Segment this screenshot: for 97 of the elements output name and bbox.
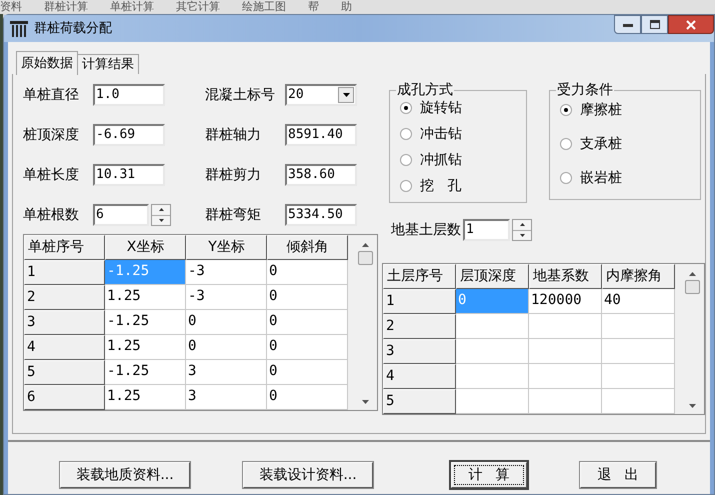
tab[interactable]: 原始数据 (16, 51, 78, 75)
column-header: 土层序号 (383, 264, 456, 289)
table-cell: 1.25 (105, 385, 186, 410)
column-header: Y坐标 (186, 235, 267, 260)
input-field[interactable]: -6.69 (93, 124, 165, 146)
table-cell: 0 (267, 285, 348, 310)
table-cell: 1.25 (105, 285, 186, 310)
field-label: 单桩直径 (23, 86, 80, 104)
table-cell: 0 (186, 335, 267, 360)
table-cell: 40 (602, 289, 675, 314)
radio-label: 旋转钻 (420, 99, 462, 117)
column-header: X坐标 (105, 235, 186, 260)
row-header: 2 (24, 285, 105, 310)
input-field[interactable]: 8591.40 (285, 124, 357, 146)
scroll-up-arrow-icon[interactable] (688, 272, 696, 276)
table-cell: 0 (267, 310, 348, 335)
column-header: 倾斜角 (267, 235, 348, 260)
radio-label: 嵌岩桩 (580, 169, 622, 187)
row-header: 1 (383, 289, 456, 314)
row-header: 5 (383, 389, 456, 414)
field-label: 地基土层数 (391, 220, 461, 240)
input-field[interactable]: 6 (93, 204, 149, 226)
row-header: 3 (383, 339, 456, 364)
input-field[interactable]: 1 (463, 219, 510, 241)
row-header: 3 (24, 310, 105, 335)
field-label: 群桩轴力 (205, 126, 262, 144)
tab[interactable]: 计算结果 (78, 54, 139, 74)
table-cell: 0 (267, 385, 348, 410)
radio-button[interactable] (400, 102, 412, 114)
push-button[interactable]: 装载地质资料... (60, 462, 190, 488)
field-label: 群桩剪力 (205, 166, 262, 184)
spinner-arrows[interactable] (151, 204, 171, 226)
row-header: 6 (24, 385, 105, 410)
table-cell: 0 (267, 360, 348, 385)
radio-button[interactable] (560, 172, 572, 184)
minimize-button[interactable] (614, 15, 641, 34)
window-title: 群桩荷载分配 (34, 20, 112, 38)
input-field[interactable]: 10.31 (93, 164, 165, 186)
push-button[interactable]: 计 算 (451, 462, 527, 488)
row-header: 4 (24, 335, 105, 360)
group-title: 受力条件 (556, 81, 614, 99)
maximize-icon (650, 20, 660, 29)
table-cell: 0 (186, 310, 267, 335)
radio-label: 冲抓钻 (420, 151, 462, 169)
table-cell: 3 (186, 385, 267, 410)
field-label: 桩顶深度 (23, 126, 80, 144)
dropdown-field[interactable]: 20 (285, 84, 357, 106)
scroll-thumb[interactable] (358, 251, 372, 265)
radio-button[interactable] (560, 138, 572, 150)
table-cell: 3 (186, 360, 267, 385)
radio-button[interactable] (400, 154, 412, 166)
field-label: 群桩弯矩 (205, 206, 262, 224)
column-header: 层顶深度 (456, 264, 529, 289)
scroll-up-arrow-icon[interactable] (362, 243, 368, 247)
maximize-button[interactable] (641, 15, 668, 34)
columns-icon (10, 20, 28, 36)
input-field[interactable]: 1.0 (93, 84, 165, 106)
column-header: 地基系数 (529, 264, 602, 289)
table-cell: 0 (456, 289, 529, 314)
input-field[interactable]: 358.60 (285, 164, 357, 186)
table-cell: -1.25 (105, 260, 186, 285)
radio-button[interactable] (400, 180, 412, 192)
table-cell: 1.25 (105, 335, 186, 360)
field-label: 混凝土标号 (205, 86, 276, 104)
radio-button[interactable] (400, 128, 412, 140)
minimize-icon (622, 22, 632, 26)
field-label: 单桩根数 (23, 206, 80, 224)
push-button[interactable]: 装载设计资料... (243, 462, 373, 488)
push-button[interactable]: 退 出 (580, 462, 656, 488)
radio-label: 摩擦桩 (580, 101, 622, 119)
app-menu-bar: 资料 群桩计算 单桩计算 其它计算 绘施工图 帮 助 (0, 0, 715, 14)
row-header: 4 (383, 364, 456, 389)
scroll-thumb[interactable] (684, 280, 700, 294)
row-header: 1 (24, 260, 105, 285)
row-header: 2 (383, 314, 456, 339)
table-cell: 0 (267, 335, 348, 360)
scroll-down-arrow-icon[interactable] (688, 404, 696, 408)
close-icon (686, 20, 696, 30)
column-header: 内摩擦角 (602, 264, 675, 289)
table-cell: -3 (186, 260, 267, 285)
table-cell: 120000 (529, 289, 602, 314)
column-header: 单桩序号 (24, 235, 105, 260)
field-label: 单桩长度 (23, 166, 80, 184)
close-button[interactable] (668, 15, 714, 34)
input-field[interactable]: 5334.50 (285, 204, 357, 226)
radio-label: 支承桩 (580, 135, 622, 153)
table-cell: -1.25 (105, 360, 186, 385)
row-header: 5 (24, 360, 105, 385)
table-cell: -3 (186, 285, 267, 310)
radio-button[interactable] (560, 104, 572, 116)
radio-label: 冲击钻 (420, 125, 462, 143)
group-title: 成孔方式 (396, 81, 454, 99)
table-cell: 0 (267, 260, 348, 285)
table-cell: -1.25 (105, 310, 186, 335)
radio-label: 挖 孔 (420, 177, 462, 195)
scroll-down-arrow-icon[interactable] (362, 400, 368, 404)
spinner-arrows[interactable] (512, 219, 532, 241)
